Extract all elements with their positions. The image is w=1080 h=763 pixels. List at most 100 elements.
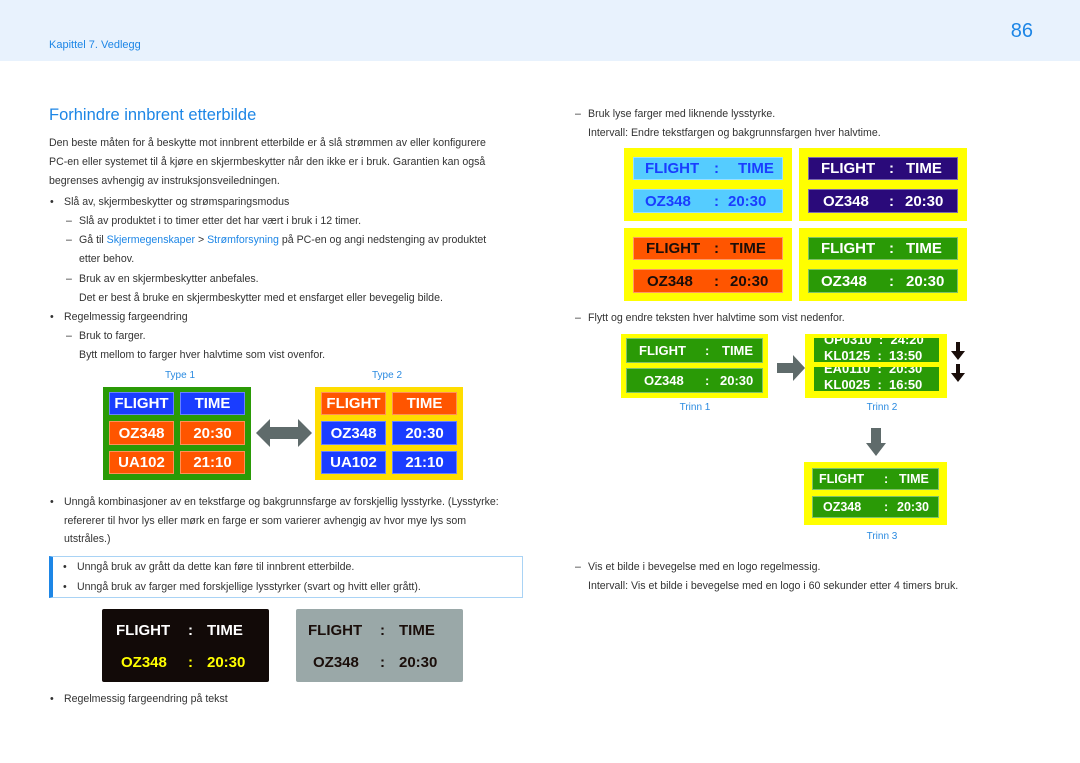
note-avoid-contrast: Unngå bruk av farger med forskjellige ly…	[63, 578, 421, 597]
board-text: EA0110 : 20:30	[824, 367, 923, 376]
board-row: FLIGHT : TIME	[812, 468, 939, 490]
board-text: :	[705, 373, 710, 388]
separator: >	[195, 234, 208, 246]
type2-label: Type 2	[371, 370, 403, 381]
board-row: OZ348 : 20:30	[808, 269, 958, 293]
chapter-breadcrumb[interactable]: Kapittel 7. Vedlegg	[49, 39, 141, 51]
board-text: 20:30	[728, 192, 767, 210]
color-board-indigo: FLIGHT : TIME OZ348 : 20:30	[799, 148, 967, 221]
scrolling-row: OP0310 : 24:20 KL0125 : 13:50	[814, 338, 939, 362]
dash-screensaver: Bruk av en skjermbeskytter anbefales.	[66, 270, 259, 289]
intro-line-2: PC-en eller systemet til å kjøre en skje…	[49, 156, 486, 168]
board-text: FLIGHT	[821, 160, 876, 177]
board-row: FLIGHT : TIME	[808, 237, 958, 260]
down-arrow-icon	[951, 364, 965, 382]
board-cell: OZ348	[109, 421, 174, 445]
bullet-color-change: Regelmessig fargeendring	[50, 308, 188, 327]
dash-moving-logo-cont: Intervall: Vis et bilde i bevegelse med …	[588, 580, 959, 592]
board-text: :	[714, 192, 719, 210]
down-arrow-icon	[866, 428, 886, 456]
page-header: Kapittel 7. Vedlegg 86	[0, 0, 1080, 61]
board-text: KL0025 : 16:50	[824, 377, 923, 391]
dash-bright-colors-cont: Intervall: Endre tekstfargen og bakgrunn…	[588, 127, 881, 139]
board-text: OZ348	[823, 500, 862, 514]
board-text: OZ348	[121, 653, 167, 671]
board-text: OZ348	[313, 653, 359, 671]
board-text: :	[380, 653, 385, 671]
link-stromforsyning[interactable]: Strømforsyning	[207, 234, 279, 246]
intro-line-1: Den beste måten for å beskytte mot innbr…	[49, 137, 486, 149]
bullet-avoid-brightness: Unngå kombinasjoner av en tekstfarge og …	[50, 493, 499, 512]
color-board-orange: FLIGHT : TIME OZ348 : 20:30	[624, 228, 792, 301]
step3-board: FLIGHT : TIME OZ348 : 20:30	[804, 462, 947, 525]
board-text: FLIGHT	[308, 621, 363, 639]
color-board-green: FLIGHT : TIME OZ348 : 20:30	[799, 228, 967, 301]
board-text: TIME	[899, 472, 929, 486]
section-title: Forhindre innbrent etterbilde	[49, 106, 257, 124]
board-cell: FLIGHT	[321, 392, 386, 415]
page-number: 86	[1010, 20, 1033, 42]
board-row: FLIGHT : TIME	[626, 338, 763, 363]
board-text: :	[714, 272, 719, 290]
board-text: FLIGHT	[819, 472, 865, 486]
bullet-text-color-change: Regelmessig fargeendring på tekst	[50, 690, 228, 709]
dash-bright-colors: Bruk lyse farger med liknende lysstyrke.	[575, 105, 775, 124]
board-row: FLIGHT : TIME	[102, 617, 269, 643]
board-row: FLIGHT : TIME	[808, 157, 958, 180]
board-text: FLIGHT	[645, 160, 700, 177]
board-row: OZ348 : 20:30	[808, 189, 958, 213]
step1-label: Trinn 1	[679, 402, 711, 413]
board-text: KL0125 : 13:50	[824, 348, 923, 362]
step3-label: Trinn 3	[866, 531, 898, 542]
bullet-avoid-brightness-l2: refererer til hvor lys eller mørk en far…	[64, 515, 467, 527]
dash-screensaver-cont: Det er best å bruke en skjermbeskytter m…	[79, 292, 443, 304]
board-text: :	[380, 621, 385, 639]
board-text: :	[889, 272, 894, 290]
dash-two-colors-cont: Bytt mellom to farger hver halvtime som …	[79, 349, 326, 361]
board-text: FLIGHT	[639, 343, 686, 358]
board-text: 20:30	[905, 192, 944, 210]
board-text: :	[188, 653, 193, 671]
text: på PC-en og angi nedstenging av produkte…	[278, 234, 487, 246]
board-text: :	[884, 500, 889, 514]
board-text: OZ348	[644, 373, 684, 388]
board-row: OZ348 : 20:30	[102, 649, 269, 675]
board-cell: OZ348	[321, 421, 386, 445]
board-text: OZ348	[647, 272, 693, 290]
note-avoid-gray: Unngå bruk av grått da dette kan føre ti…	[63, 558, 354, 577]
board-text: OP0310 : 24:20	[824, 338, 924, 347]
down-arrow-icon	[951, 342, 965, 360]
board-text: TIME	[906, 160, 942, 177]
gray-board: FLIGHT : TIME OZ348 : 20:30	[296, 609, 463, 682]
board-cell: UA102	[109, 451, 174, 474]
type1-board: FLIGHT TIME OZ348 20:30 UA102 21:10	[103, 387, 251, 480]
board-text: :	[705, 343, 710, 358]
bullet-avoid-brightness-l3: utstråles.)	[64, 533, 111, 545]
board-text: :	[889, 240, 894, 257]
step2-label: Trinn 2	[866, 402, 898, 413]
board-cell: TIME	[392, 392, 457, 415]
scrolling-row: EA0110 : 20:30 KL0025 : 16:50	[814, 367, 939, 391]
bullet-power-saving: Slå av, skjermbeskytter og strømsparings…	[50, 193, 289, 212]
double-arrow-icon	[256, 419, 312, 447]
type1-label: Type 1	[164, 370, 196, 381]
board-text: :	[714, 240, 719, 257]
link-skjermegenskaper[interactable]: Skjermegenskaper	[107, 234, 195, 246]
type2-board: FLIGHT TIME OZ348 20:30 UA102 21:10	[315, 387, 463, 480]
dash-moving-logo: Vis et bilde i bevegelse med en logo reg…	[575, 558, 820, 577]
board-text: :	[889, 160, 894, 177]
step2-board: OP0310 : 24:20 KL0125 : 13:50 EA0110 : 2…	[805, 334, 947, 398]
board-text: OZ348	[645, 192, 691, 210]
board-cell: UA102	[321, 451, 386, 474]
board-text: :	[714, 160, 719, 177]
black-board: FLIGHT : TIME OZ348 : 20:30	[102, 609, 269, 682]
board-cell: 20:30	[180, 421, 245, 445]
board-cell: FLIGHT	[109, 392, 174, 415]
board-cell: TIME	[180, 392, 245, 415]
board-row: OZ348 : 20:30	[626, 368, 763, 393]
dash-turn-off: Slå av produktet i to timer etter det ha…	[66, 212, 361, 231]
board-text: TIME	[730, 240, 766, 257]
board-text: :	[884, 472, 889, 486]
board-text: OZ348	[821, 272, 867, 290]
board-cell: 20:30	[392, 421, 457, 445]
